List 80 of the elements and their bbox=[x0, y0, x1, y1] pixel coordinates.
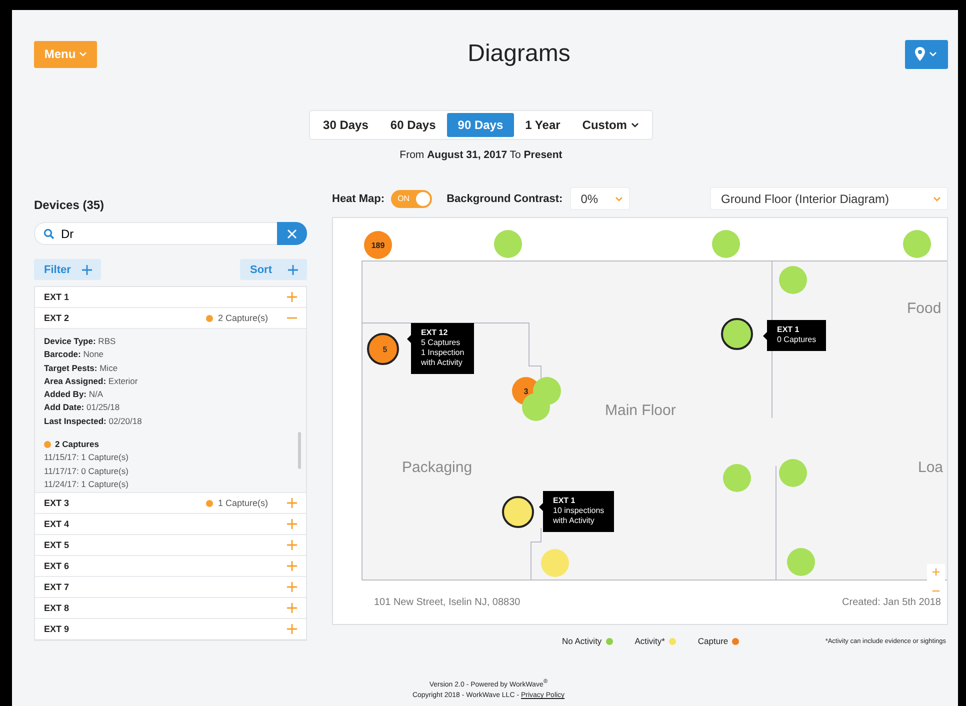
plus-icon bbox=[286, 291, 298, 303]
contrast-label: Background Contrast: bbox=[446, 192, 563, 204]
capture-count: 2 Capture(s) bbox=[218, 313, 268, 323]
device-detail: Area Assigned: Exterior bbox=[44, 374, 139, 388]
room-label: Food bbox=[907, 300, 942, 317]
room-label: Loa bbox=[918, 459, 944, 476]
range-tab[interactable]: 90 Days bbox=[446, 113, 514, 137]
chevron-down-icon bbox=[929, 51, 938, 57]
device-name: EXT 8 bbox=[44, 603, 70, 613]
plus-icon bbox=[286, 518, 298, 530]
page-title: Diagrams bbox=[468, 40, 570, 68]
heat-map-label: Heat Map: bbox=[332, 192, 385, 204]
location-button[interactable] bbox=[904, 40, 948, 68]
device-detail: Barcode: None bbox=[44, 348, 105, 362]
device-marker[interactable] bbox=[494, 230, 522, 258]
devices-heading: Devices (35) bbox=[34, 198, 106, 212]
plus-icon bbox=[81, 264, 93, 276]
legend-label: Capture bbox=[698, 636, 728, 646]
device-marker[interactable] bbox=[712, 230, 740, 258]
plus-icon bbox=[286, 497, 298, 509]
device-name: EXT 2 bbox=[44, 313, 70, 323]
capture-entry: 11/24/17: 1 Capture(s) bbox=[44, 478, 130, 491]
map-pin-icon bbox=[915, 47, 926, 61]
device-row[interactable]: EXT 7 bbox=[35, 577, 306, 598]
capture-dot bbox=[206, 314, 213, 322]
chevron-down-icon bbox=[78, 51, 87, 57]
range-tab[interactable]: 1 Year bbox=[514, 113, 572, 137]
device-row[interactable]: EXT 4 bbox=[35, 514, 306, 535]
legend-label: No Activity bbox=[562, 636, 602, 646]
device-name: EXT 6 bbox=[44, 561, 70, 571]
floor-select[interactable]: Ground Floor (Interior Diagram) bbox=[710, 187, 948, 210]
device-row[interactable]: EXT 8 bbox=[35, 598, 306, 619]
chevron-down-icon bbox=[933, 196, 941, 202]
device-row[interactable]: EXT 6 bbox=[35, 556, 306, 577]
site-address: 101 New Street, Iselin NJ, 08830 bbox=[374, 597, 520, 608]
device-detail: Last Inspected: 02/20/18 bbox=[44, 414, 143, 428]
plus-icon bbox=[286, 602, 298, 614]
plus-icon bbox=[286, 623, 298, 635]
plus-icon bbox=[286, 581, 298, 593]
search-icon bbox=[43, 228, 55, 240]
chevron-down-icon bbox=[630, 122, 639, 128]
range-tab[interactable]: Custom bbox=[571, 113, 650, 137]
device-row[interactable]: EXT 5 bbox=[35, 535, 306, 556]
device-name: EXT 5 bbox=[44, 540, 70, 550]
device-name: EXT 3 bbox=[44, 498, 70, 508]
device-name: EXT 1 bbox=[44, 292, 70, 302]
clear-button[interactable] bbox=[277, 222, 307, 245]
room-label: Packaging bbox=[402, 459, 472, 476]
capture-count: 1 Capture(s) bbox=[218, 498, 268, 508]
legend-label: Activity* bbox=[634, 636, 665, 646]
range-tab[interactable]: 60 Days bbox=[379, 113, 447, 137]
plus-icon bbox=[286, 560, 298, 572]
search-field[interactable]: Dr bbox=[34, 222, 277, 245]
close-icon bbox=[287, 228, 297, 238]
capture-entry: 11/15/17: 1 Capture(s) bbox=[44, 451, 130, 464]
device-marker[interactable] bbox=[903, 230, 931, 258]
device-name: EXT 9 bbox=[44, 624, 70, 634]
capture-dot bbox=[44, 441, 51, 448]
scrollbar[interactable] bbox=[298, 432, 301, 469]
device-detail: Added By: N/A bbox=[44, 388, 104, 402]
capture-dot bbox=[206, 500, 213, 506]
device-marker[interactable]: 189 bbox=[364, 231, 392, 259]
capture-entry: 11/17/17: 0 Capture(s) bbox=[44, 464, 130, 478]
device-row[interactable]: EXT 9 bbox=[35, 619, 306, 640]
room-label: Main Floor bbox=[605, 402, 676, 419]
device-detail: Device Type: RBS bbox=[44, 335, 117, 348]
plus-icon bbox=[287, 264, 299, 276]
captures-heading: 2 Captures bbox=[55, 438, 99, 452]
chevron-down-icon bbox=[614, 196, 623, 202]
created-date: Created: Jan 5th 2018 bbox=[842, 597, 941, 608]
range-tab[interactable]: 30 Days bbox=[312, 113, 380, 137]
date-range: From August 31, 2017 To Present bbox=[398, 149, 564, 161]
device-detail: Target Pests: Mice bbox=[44, 362, 119, 375]
plus-icon bbox=[286, 539, 298, 551]
device-row[interactable]: EXT 1 bbox=[35, 287, 306, 308]
device-name: EXT 4 bbox=[44, 519, 70, 529]
device-row[interactable]: EXT 3 1 Capture(s) bbox=[35, 493, 306, 514]
contrast-select[interactable]: 0% bbox=[570, 187, 630, 210]
device-name: EXT 7 bbox=[44, 582, 70, 592]
device-detail: Add Date: 01/25/18 bbox=[44, 401, 121, 414]
